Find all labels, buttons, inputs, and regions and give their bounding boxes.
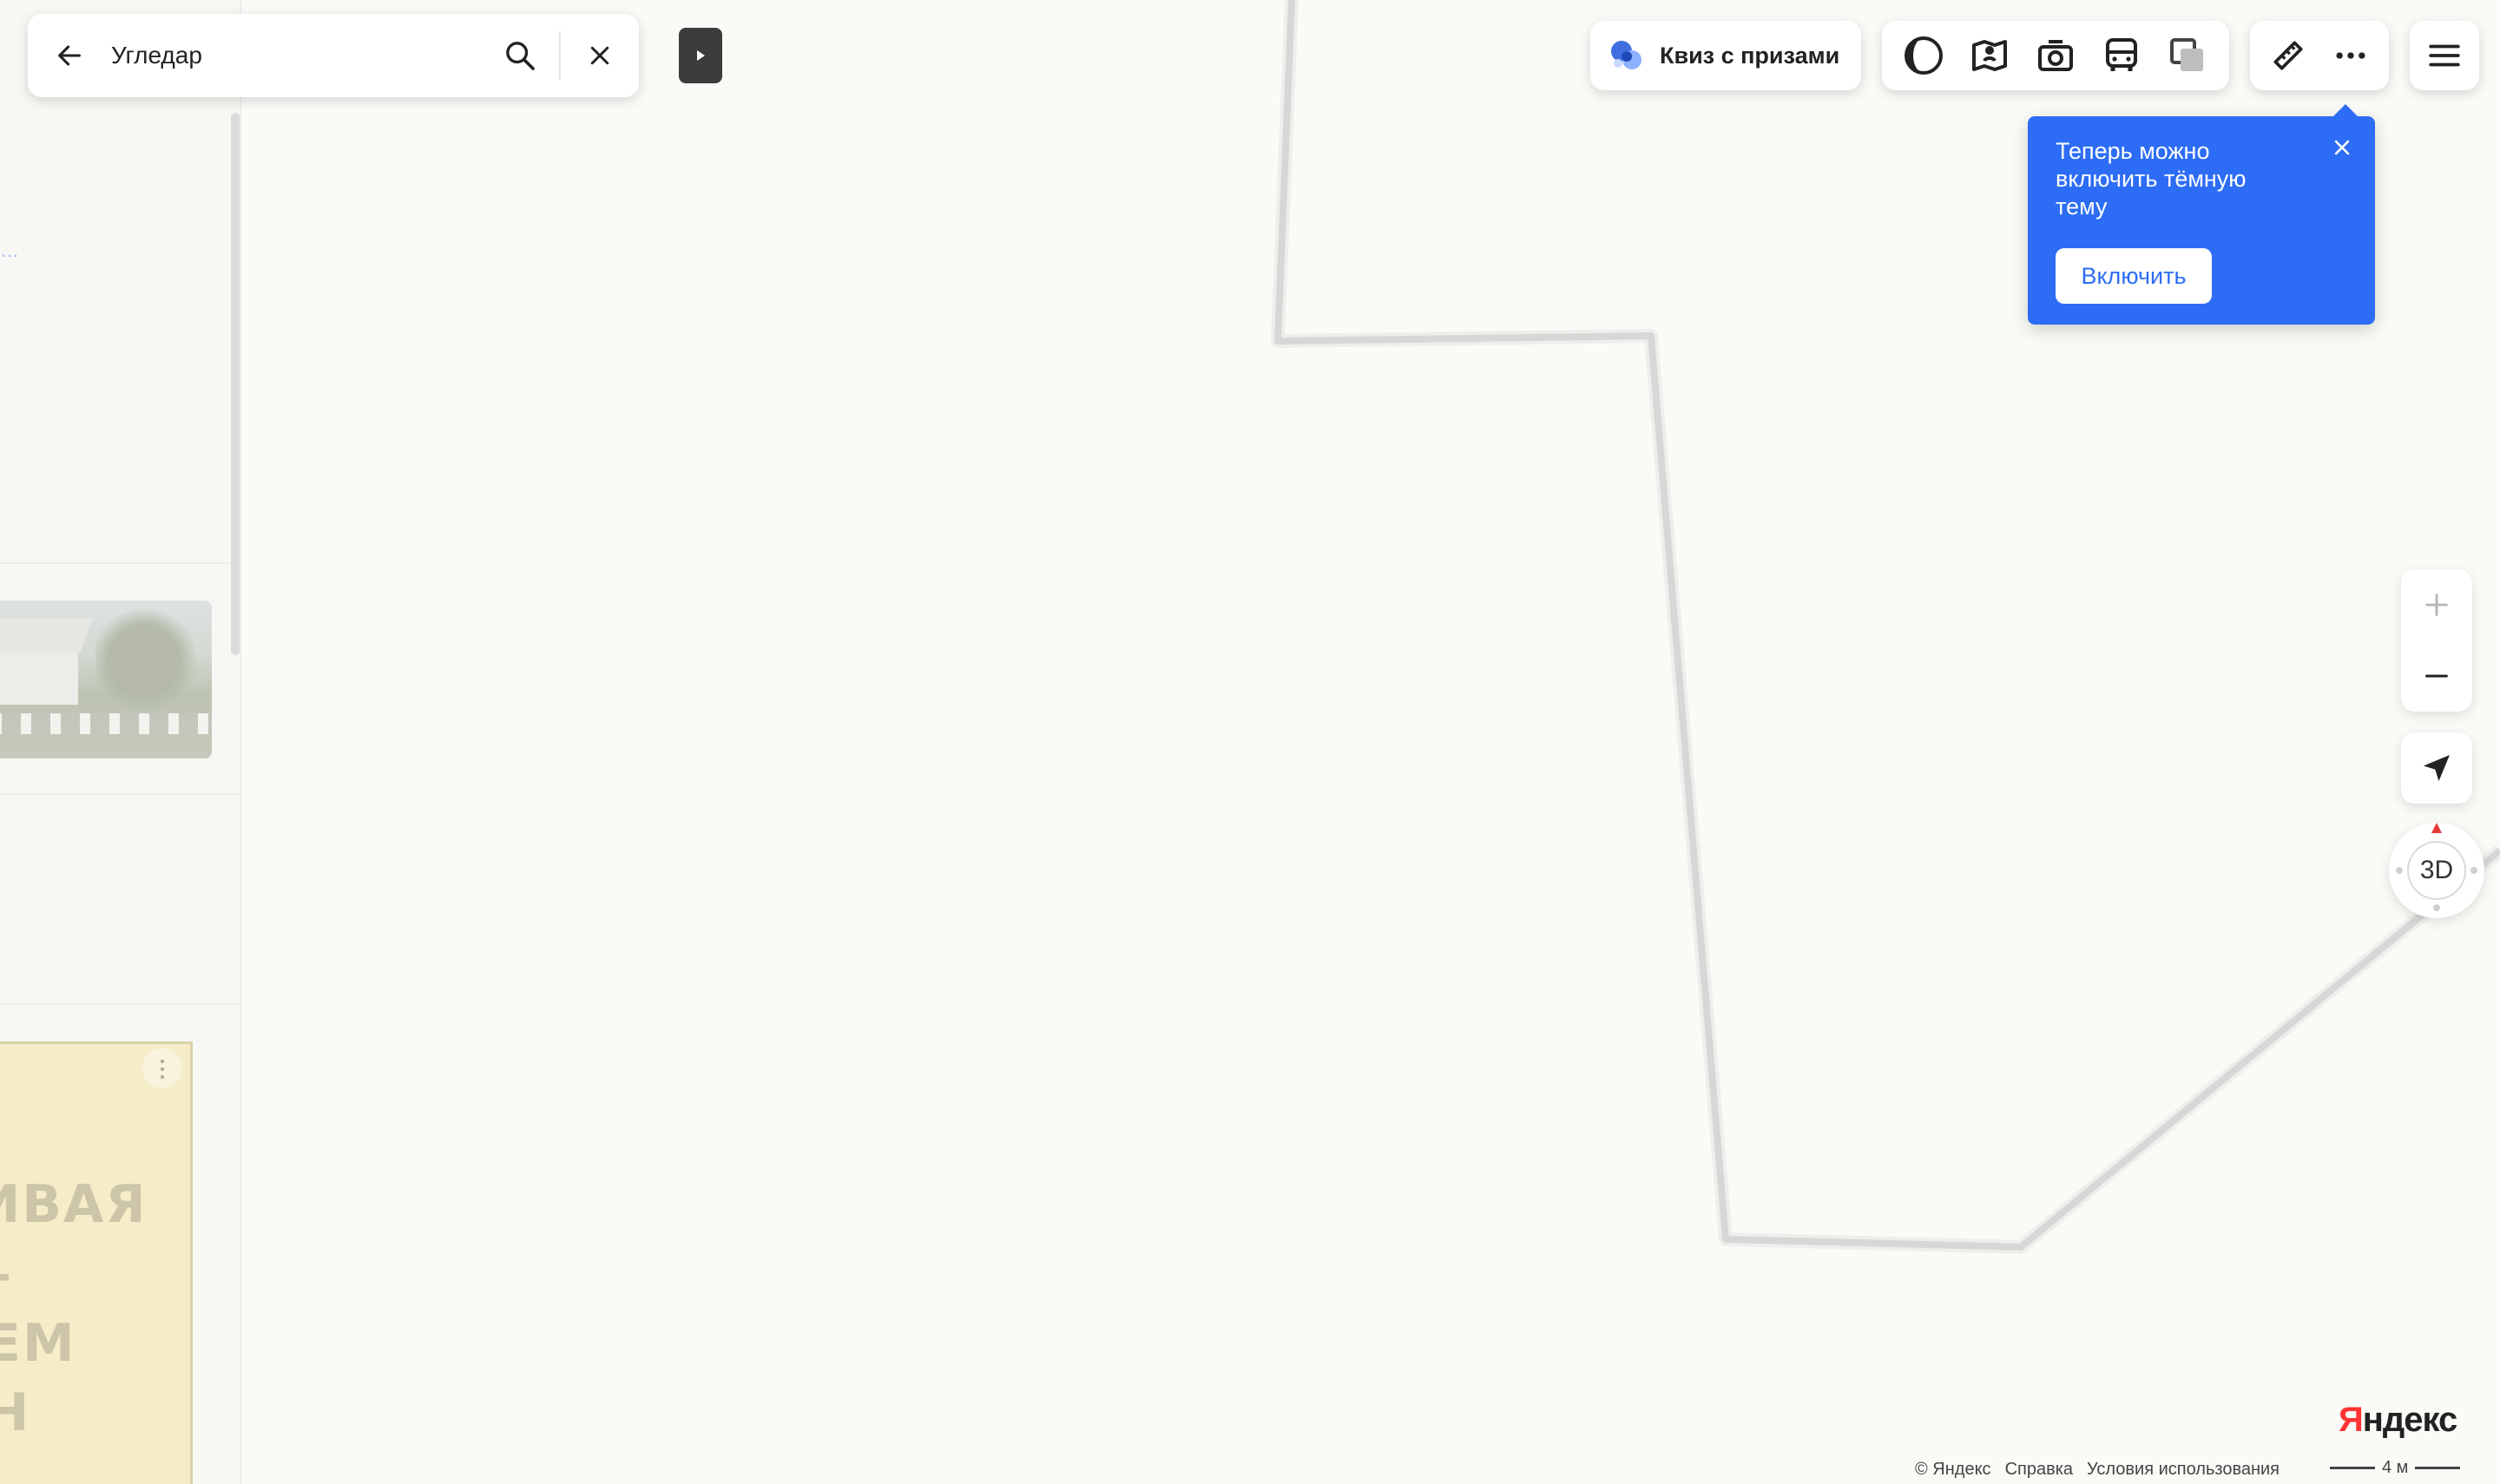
logo-first-letter: Я <box>2339 1401 2364 1439</box>
clear-search-button[interactable] <box>561 14 639 97</box>
panorama-button[interactable] <box>1962 28 2017 83</box>
search-bar <box>28 14 639 97</box>
search-button[interactable] <box>481 14 559 97</box>
copyright-link[interactable]: © Яндекс <box>1915 1460 1991 1480</box>
compass-tick <box>2433 904 2440 911</box>
quiz-icon <box>1611 41 1641 69</box>
logo-rest: ндекс <box>2362 1401 2458 1439</box>
circle-layer-icon <box>1905 36 1943 75</box>
tooltip-message: Теперь можно включить тёмную тему <box>2056 138 2247 220</box>
search-icon <box>506 42 535 70</box>
ruler-icon <box>2273 41 2303 70</box>
photos-button[interactable] <box>2028 28 2083 83</box>
play-triangle-icon <box>697 50 705 61</box>
scale-line <box>2330 1467 2375 1469</box>
sidebar-panel: … ИВАЯ – ЕМ Н ⋮ <box>0 0 241 1484</box>
enable-dark-theme-button[interactable]: Включить <box>2056 248 2212 304</box>
help-link[interactable]: Справка <box>2005 1460 2073 1480</box>
poster-text-line: ЕМ <box>0 1313 76 1374</box>
scale-bar: 4 м <box>2330 1458 2461 1478</box>
circle-layer-button[interactable] <box>1896 28 1951 83</box>
arrow-left-icon <box>58 45 81 66</box>
layers-square-icon <box>2170 38 2203 71</box>
quiz-label: Квиз с призами <box>1660 42 1840 69</box>
poster-text-line: ИВАЯ <box>0 1174 148 1235</box>
place-photo[interactable] <box>0 601 212 758</box>
terms-link[interactable]: Условия использования <box>2087 1460 2280 1480</box>
hamburger-menu-icon <box>2429 44 2460 67</box>
poster-menu-button[interactable]: ⋮ <box>142 1048 182 1088</box>
poster-image[interactable]: ИВАЯ – ЕМ Н <box>0 1041 193 1484</box>
more-dots-icon <box>2336 52 2365 59</box>
sidebar-divider <box>0 1003 240 1005</box>
compass-tick <box>2396 867 2403 874</box>
transport-button[interactable] <box>2094 28 2149 83</box>
more-link[interactable]: … <box>0 240 21 262</box>
photo-trees <box>95 609 212 713</box>
scale-label: 4 м <box>2382 1458 2409 1477</box>
plus-icon <box>2425 594 2448 616</box>
close-icon <box>2334 140 2350 155</box>
bus-icon <box>2106 38 2137 71</box>
sidebar-divider <box>0 793 240 795</box>
tools-panel <box>2250 21 2389 90</box>
yandex-logo[interactable]: Яндекс <box>2339 1401 2457 1440</box>
minus-icon <box>2425 674 2448 678</box>
layers-button[interactable] <box>2160 28 2215 83</box>
panorama-map-icon <box>1972 40 2007 71</box>
zoom-control <box>2401 569 2472 712</box>
sidebar-scrollbar[interactable] <box>231 113 240 655</box>
scale-line <box>2415 1467 2461 1469</box>
main-menu-button[interactable] <box>2410 21 2479 90</box>
zoom-out-button[interactable] <box>2401 640 2472 712</box>
dark-theme-tooltip: Теперь можно включить тёмную тему Включи… <box>2028 104 2375 325</box>
more-button[interactable] <box>2323 28 2378 83</box>
poster-text-line: Н <box>0 1382 30 1443</box>
quiz-button[interactable]: Квиз с призами <box>1590 21 1861 90</box>
photo-roof <box>0 618 94 653</box>
back-button[interactable] <box>28 14 111 97</box>
photo-wall <box>0 653 78 705</box>
search-input[interactable] <box>111 42 481 69</box>
photo-fence <box>0 713 212 734</box>
compass-north-marker <box>2431 823 2442 833</box>
locate-me-button[interactable] <box>2401 732 2472 804</box>
poster-text-line: – <box>0 1244 13 1304</box>
compass-tick <box>2470 867 2477 874</box>
sidebar-divider <box>0 562 240 564</box>
compass-3d-label: 3D <box>2407 841 2466 900</box>
compass-3d-button[interactable]: 3D <box>2389 823 2484 918</box>
close-icon <box>590 46 609 65</box>
collapse-sidebar-button[interactable] <box>679 28 722 83</box>
layers-panel <box>1882 21 2229 90</box>
tooltip-close-button[interactable] <box>2328 134 2356 161</box>
map-footer: © Яндекс Справка Условия использования <box>1915 1460 2280 1480</box>
ruler-button[interactable] <box>2260 28 2316 83</box>
camera-icon <box>2038 40 2073 71</box>
zoom-in-button[interactable] <box>2401 569 2472 640</box>
location-arrow-icon <box>2424 755 2450 781</box>
